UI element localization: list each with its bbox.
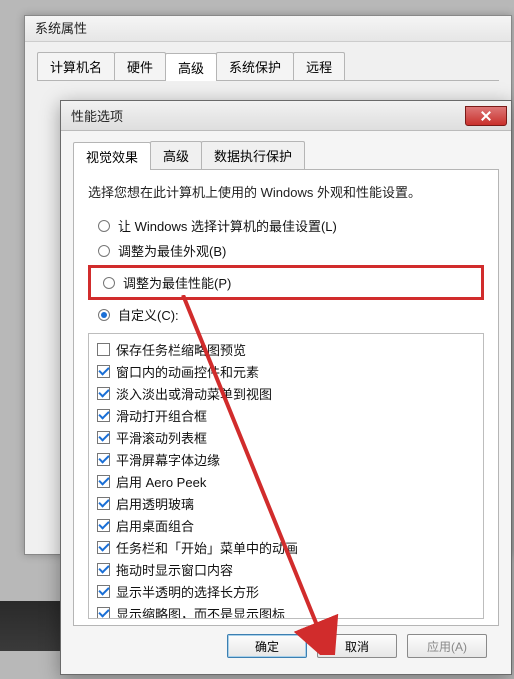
- close-button[interactable]: [465, 106, 507, 126]
- list-item[interactable]: 淡入淡出或滑动菜单到视图: [93, 382, 483, 404]
- tab-system-protection[interactable]: 系统保护: [216, 52, 294, 80]
- taskbar-fragment: [0, 601, 60, 651]
- highlight-box: 调整为最佳性能(P): [88, 265, 484, 300]
- ok-button[interactable]: 确定: [227, 634, 307, 658]
- cancel-button[interactable]: 取消: [317, 634, 397, 658]
- radio-label: 自定义(C):: [118, 305, 179, 324]
- checkbox-icon: [97, 453, 110, 466]
- tab-remote[interactable]: 远程: [293, 52, 345, 80]
- checkbox-icon: [97, 387, 110, 400]
- radio-icon: [98, 220, 110, 232]
- list-item-label: 拖动时显示窗口内容: [116, 560, 233, 579]
- system-properties-titlebar[interactable]: 系统属性: [25, 16, 511, 42]
- checkbox-icon: [97, 409, 110, 422]
- close-icon: [481, 111, 491, 121]
- list-item-label: 窗口内的动画控件和元素: [116, 362, 259, 381]
- radio-icon: [98, 245, 110, 257]
- list-item-label: 启用透明玻璃: [116, 494, 194, 513]
- tab-advanced[interactable]: 高级: [165, 53, 217, 81]
- dialog-button-bar: 确定 取消 应用(A): [73, 626, 499, 666]
- list-item[interactable]: 启用桌面组合: [93, 514, 483, 536]
- radio-best-performance[interactable]: 调整为最佳性能(P): [93, 270, 479, 295]
- tab-computer-name[interactable]: 计算机名: [37, 52, 115, 80]
- apply-button[interactable]: 应用(A): [407, 634, 487, 658]
- system-properties-title: 系统属性: [35, 21, 87, 36]
- radio-let-windows[interactable]: 让 Windows 选择计算机的最佳设置(L): [88, 213, 484, 238]
- list-item-label: 启用桌面组合: [116, 516, 194, 535]
- list-item-label: 启用 Aero Peek: [116, 472, 206, 491]
- tab-dep[interactable]: 数据执行保护: [201, 141, 305, 169]
- system-properties-tabs: 计算机名 硬件 高级 系统保护 远程: [37, 52, 499, 81]
- tab-hardware[interactable]: 硬件: [114, 52, 166, 80]
- list-item[interactable]: 任务栏和「开始」菜单中的动画: [93, 536, 483, 558]
- list-item-label: 任务栏和「开始」菜单中的动画: [116, 538, 298, 557]
- checkbox-icon: [97, 563, 110, 576]
- list-item[interactable]: 显示缩略图，而不是显示图标: [93, 602, 483, 619]
- list-item-label: 显示半透明的选择长方形: [116, 582, 259, 601]
- radio-icon: [103, 277, 115, 289]
- panel-hint: 选择您想在此计算机上使用的 Windows 外观和性能设置。: [88, 182, 484, 201]
- list-item-label: 滑动打开组合框: [116, 406, 207, 425]
- checkbox-icon: [97, 497, 110, 510]
- radio-label: 调整为最佳性能(P): [123, 273, 231, 292]
- checkbox-icon: [97, 541, 110, 554]
- visual-effects-panel: 选择您想在此计算机上使用的 Windows 外观和性能设置。 让 Windows…: [73, 170, 499, 626]
- checkbox-icon: [97, 585, 110, 598]
- radio-custom[interactable]: 自定义(C):: [88, 302, 484, 327]
- list-item[interactable]: 启用 Aero Peek: [93, 470, 483, 492]
- list-item[interactable]: 拖动时显示窗口内容: [93, 558, 483, 580]
- checkbox-icon: [97, 607, 110, 620]
- tab-perf-advanced[interactable]: 高级: [150, 141, 202, 169]
- performance-options-titlebar[interactable]: 性能选项: [61, 101, 511, 131]
- list-item[interactable]: 平滑屏幕字体边缘: [93, 448, 483, 470]
- radio-label: 调整为最佳外观(B): [118, 241, 226, 260]
- checkbox-icon: [97, 343, 110, 356]
- checkbox-icon: [97, 475, 110, 488]
- list-item-label: 淡入淡出或滑动菜单到视图: [116, 384, 272, 403]
- performance-options-title: 性能选项: [71, 106, 123, 125]
- performance-options-window: 性能选项 视觉效果 高级 数据执行保护 选择您想在此计算机上使用的 Window…: [60, 100, 512, 675]
- tab-visual-effects[interactable]: 视觉效果: [73, 142, 151, 170]
- performance-options-body: 视觉效果 高级 数据执行保护 选择您想在此计算机上使用的 Windows 外观和…: [61, 131, 511, 674]
- list-item[interactable]: 显示半透明的选择长方形: [93, 580, 483, 602]
- list-item-label: 平滑滚动列表框: [116, 428, 207, 447]
- checkbox-icon: [97, 365, 110, 378]
- list-item[interactable]: 保存任务栏缩略图预览: [93, 338, 483, 360]
- radio-label: 让 Windows 选择计算机的最佳设置(L): [118, 216, 337, 235]
- perf-tabs: 视觉效果 高级 数据执行保护: [73, 141, 499, 170]
- checkbox-icon: [97, 431, 110, 444]
- radio-icon: [98, 309, 110, 321]
- list-item[interactable]: 滑动打开组合框: [93, 404, 483, 426]
- checkbox-icon: [97, 519, 110, 532]
- effects-list[interactable]: 保存任务栏缩略图预览 窗口内的动画控件和元素 淡入淡出或滑动菜单到视图 滑动打开…: [88, 333, 484, 619]
- radio-best-appearance[interactable]: 调整为最佳外观(B): [88, 238, 484, 263]
- list-item[interactable]: 平滑滚动列表框: [93, 426, 483, 448]
- list-item[interactable]: 窗口内的动画控件和元素: [93, 360, 483, 382]
- list-item-label: 平滑屏幕字体边缘: [116, 450, 220, 469]
- list-item[interactable]: 启用透明玻璃: [93, 492, 483, 514]
- list-item-label: 显示缩略图，而不是显示图标: [116, 604, 285, 620]
- list-item-label: 保存任务栏缩略图预览: [116, 340, 246, 359]
- system-properties-body: 计算机名 硬件 高级 系统保护 远程: [25, 42, 511, 91]
